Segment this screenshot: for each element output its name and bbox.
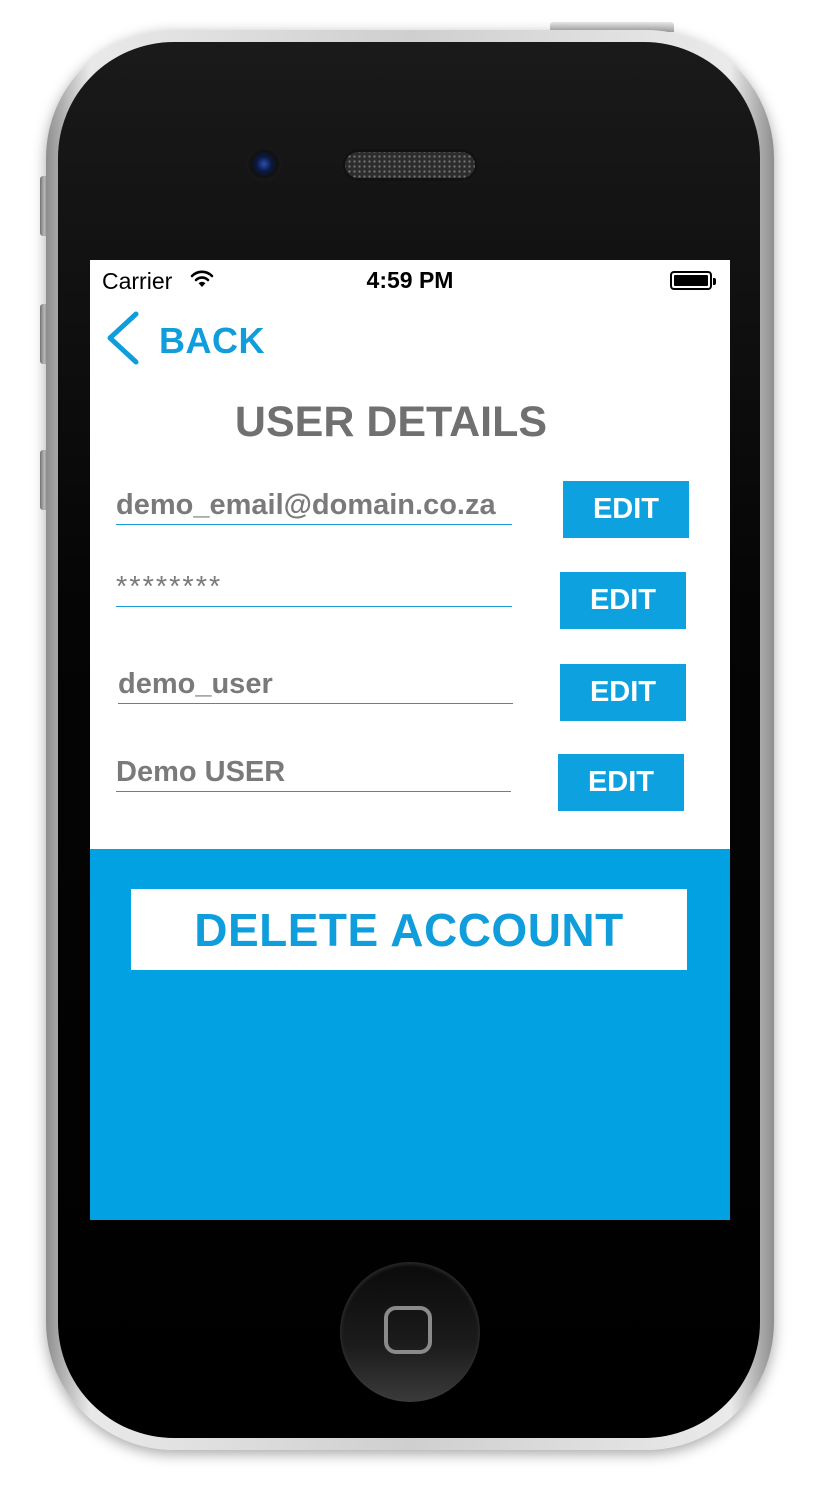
back-label: BACK — [159, 320, 265, 361]
clock: 4:59 PM — [366, 267, 454, 293]
password-field[interactable]: ******** — [116, 562, 512, 607]
password-value: ******** — [116, 571, 223, 603]
email-field[interactable]: demo_email@domain.co.za — [116, 480, 512, 525]
chevron-left-icon — [107, 311, 139, 365]
username-field[interactable]: demo_user — [118, 659, 513, 704]
status-bar: Carrier 4:59 PM — [90, 260, 730, 300]
battery-icon — [670, 271, 716, 290]
edit-display-name-button[interactable]: EDIT — [558, 754, 684, 811]
display-name-field[interactable]: Demo USER — [116, 747, 511, 792]
display-name-value: Demo USER — [116, 756, 286, 788]
home-button[interactable] — [340, 1262, 480, 1402]
edit-username-button[interactable]: EDIT — [560, 664, 686, 721]
app-screen: Carrier 4:59 PM BACK USER DETAILS demo_e… — [90, 260, 730, 1220]
footer-panel: DELETE ACCOUNT — [90, 849, 730, 1220]
front-camera-icon — [247, 147, 281, 181]
home-square-icon — [384, 1306, 432, 1354]
email-value: demo_email@domain.co.za — [116, 489, 496, 521]
page-title: USER DETAILS — [234, 398, 548, 446]
delete-account-button[interactable]: DELETE ACCOUNT — [131, 889, 687, 970]
edit-email-button[interactable]: EDIT — [563, 481, 689, 538]
edit-password-button[interactable]: EDIT — [560, 572, 686, 629]
back-button[interactable]: BACK — [102, 310, 272, 366]
earpiece-speaker — [342, 149, 478, 181]
username-value: demo_user — [118, 668, 273, 700]
